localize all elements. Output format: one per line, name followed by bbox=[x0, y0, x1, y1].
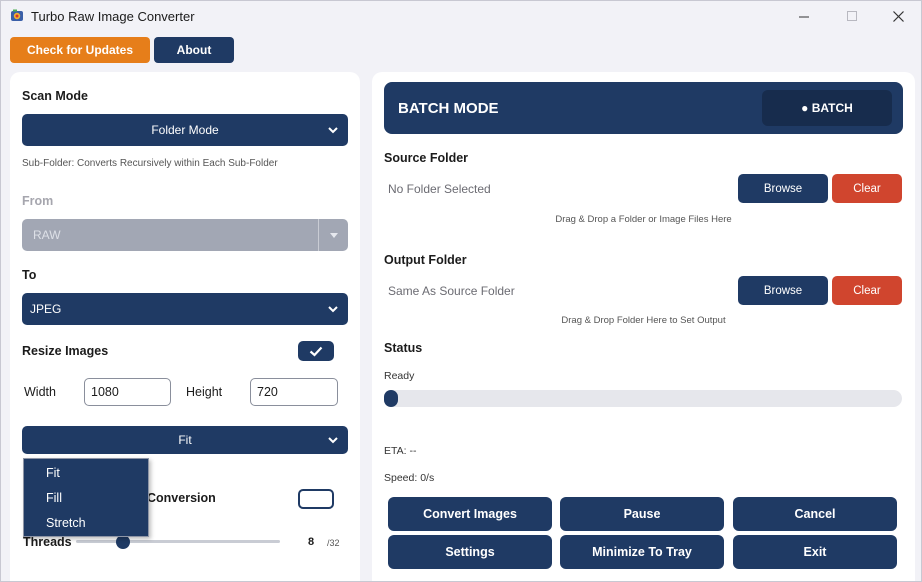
chevron-down-icon bbox=[318, 426, 348, 454]
scan-mode-hint: Sub-Folder: Converts Recursively within … bbox=[22, 158, 278, 169]
threads-max: /32 bbox=[327, 538, 340, 548]
mode-header: BATCH MODE ● BATCH bbox=[384, 82, 903, 134]
to-format-dropdown[interactable]: JPEG bbox=[22, 293, 348, 325]
source-clear-button[interactable]: Clear bbox=[832, 174, 902, 203]
from-format-value: RAW bbox=[33, 228, 61, 242]
height-input[interactable]: 720 bbox=[250, 378, 338, 406]
speed-text: Speed: 0/s bbox=[384, 472, 435, 484]
exit-button[interactable]: Exit bbox=[733, 535, 897, 569]
conversion-checkbox[interactable] bbox=[298, 489, 334, 509]
to-label: To bbox=[22, 268, 37, 282]
cancel-button[interactable]: Cancel bbox=[733, 497, 897, 531]
fit-mode-value: Fit bbox=[178, 433, 192, 447]
to-format-value: JPEG bbox=[30, 302, 62, 316]
chevron-down-icon bbox=[318, 114, 348, 146]
from-format-dropdown: RAW bbox=[22, 219, 348, 251]
settings-button[interactable]: Settings bbox=[388, 535, 552, 569]
app-logo-icon bbox=[11, 9, 23, 21]
scan-mode-dropdown[interactable]: Folder Mode bbox=[22, 114, 348, 146]
output-browse-button[interactable]: Browse bbox=[738, 276, 828, 305]
mode-title: BATCH MODE bbox=[398, 100, 499, 117]
source-drop-hint: Drag & Drop a Folder or Image Files Here bbox=[555, 214, 732, 225]
resize-images-checkbox[interactable] bbox=[298, 341, 334, 361]
threads-value: 8 bbox=[308, 536, 315, 548]
minimize-to-tray-button[interactable]: Minimize To Tray bbox=[560, 535, 724, 569]
output-folder-path: Same As Source Folder bbox=[388, 284, 515, 298]
checkmark-icon bbox=[309, 346, 323, 357]
menu-item-stretch[interactable]: Stretch bbox=[46, 516, 86, 530]
batch-mode-badge[interactable]: ● BATCH bbox=[762, 90, 892, 126]
minimize-window-button[interactable] bbox=[781, 1, 827, 31]
width-label: Width bbox=[24, 385, 56, 399]
source-folder-path: No Folder Selected bbox=[388, 182, 491, 196]
status-title: Status bbox=[384, 341, 423, 355]
threads-label: Threads bbox=[23, 535, 72, 549]
threads-slider-track[interactable] bbox=[76, 540, 280, 543]
progress-bar bbox=[384, 390, 902, 407]
check-updates-button[interactable]: Check for Updates bbox=[10, 37, 150, 63]
fit-mode-dropdown[interactable]: Fit bbox=[22, 426, 348, 454]
from-label: From bbox=[22, 194, 54, 208]
title-bar: Turbo Raw Image Converter bbox=[1, 1, 921, 33]
threads-slider-handle[interactable] bbox=[116, 535, 130, 549]
source-browse-button[interactable]: Browse bbox=[738, 174, 828, 203]
menu-item-fill[interactable]: Fill bbox=[46, 491, 62, 505]
output-clear-button[interactable]: Clear bbox=[832, 276, 902, 305]
width-input[interactable]: 1080 bbox=[84, 378, 171, 406]
minimize-icon bbox=[798, 16, 809, 17]
resize-images-label: Resize Images bbox=[22, 344, 109, 358]
scan-mode-value: Folder Mode bbox=[151, 123, 219, 137]
convert-images-button[interactable]: Convert Images bbox=[388, 497, 552, 531]
output-folder-title: Output Folder bbox=[384, 253, 467, 267]
source-folder-title: Source Folder bbox=[384, 151, 469, 165]
app-window: Turbo Raw Image Converter Check for Upda… bbox=[0, 0, 922, 582]
eta-text: ETA: -- bbox=[384, 445, 417, 457]
chevron-down-icon bbox=[318, 293, 348, 325]
close-window-button[interactable] bbox=[875, 1, 921, 31]
fit-options-menu: Fit Fill Stretch bbox=[23, 458, 149, 537]
menu-item-fit[interactable]: Fit bbox=[46, 466, 60, 480]
pause-button[interactable]: Pause bbox=[560, 497, 724, 531]
close-icon bbox=[892, 10, 904, 22]
conversion-label: Conversion bbox=[147, 491, 216, 505]
scan-mode-label: Scan Mode bbox=[22, 89, 88, 103]
window-title: Turbo Raw Image Converter bbox=[31, 9, 195, 24]
caret-down-icon bbox=[318, 219, 348, 251]
status-text: Ready bbox=[384, 370, 415, 382]
maximize-icon bbox=[846, 10, 857, 21]
maximize-window-button[interactable] bbox=[829, 1, 875, 31]
output-drop-hint: Drag & Drop Folder Here to Set Output bbox=[561, 315, 726, 326]
height-label: Height bbox=[186, 385, 223, 399]
about-button[interactable]: About bbox=[154, 37, 234, 63]
progress-fill bbox=[384, 390, 398, 407]
